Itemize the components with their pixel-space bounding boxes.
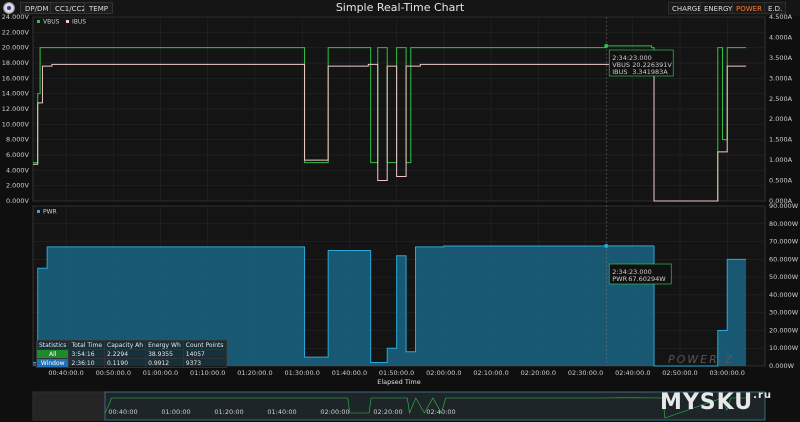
x-axis-title: Elapsed Time: [377, 378, 421, 386]
right-y-tick-label: 80.000W: [769, 220, 799, 228]
right-y-tick-label: 1.000A: [769, 156, 793, 164]
right-y-tick-label: 30.000W: [769, 309, 799, 317]
right-y-tick-label: 4.000A: [769, 33, 793, 41]
stats-row-label: Window: [35, 358, 70, 368]
stats-header-cell: Energy Wh: [145, 340, 184, 350]
stats-cell: 0.1190: [104, 358, 147, 368]
stats-row-window: Window 2:36:10 0.1190 0.9912 9373: [35, 358, 227, 368]
vbus-marker: [604, 43, 609, 48]
site-watermark: MYSKU.ru: [660, 390, 772, 415]
x-tick-label: 01:10:00.0: [190, 369, 225, 377]
x-tick-label: 02:00:00.0: [426, 369, 461, 377]
x-tick-label: 02:30:00.0: [568, 369, 603, 377]
overview-tick-label: 01:20:00: [214, 408, 243, 416]
x-tick-label: 02:40:00.0: [615, 369, 650, 377]
right-y-tick-label: 20.000W: [769, 326, 799, 334]
stats-header-row: Statistics Total Time Capacity Ah Energy…: [35, 340, 227, 350]
overview-tick-label: 02:00:00: [320, 408, 349, 416]
overview-tick-label: 01:00:00: [161, 408, 190, 416]
left-y-tick-label: 8.000V: [6, 136, 30, 144]
x-tick-label: 01:00:00.0: [143, 369, 178, 377]
watermark-text: MYSKU: [659, 390, 754, 415]
ibus-legend-label: IBUS: [72, 19, 86, 26]
right-y-tick-label: 60.000W: [769, 255, 799, 263]
right-y-tick-label: 50.000W: [769, 273, 799, 281]
x-tick-label: 01:30:00.0: [284, 369, 319, 377]
pwr-legend-label: PWR: [43, 209, 57, 216]
right-y-tick-label: 2.000A: [769, 115, 793, 123]
right-y-tick-label: 2.500A: [769, 95, 793, 103]
overview-tick-label: 00:40:00: [108, 408, 137, 416]
stats-cell: 38.9355: [145, 349, 184, 359]
stats-cell: 3:54:16: [68, 349, 106, 359]
stats-cell: 2:36:10: [68, 358, 106, 368]
left-y-tick-label: 4.000V: [6, 166, 30, 174]
right-y-tick-label: 0.000W: [769, 362, 795, 370]
stats-cell: 2.2294: [104, 349, 147, 359]
vbus-legend-label: VBUS: [43, 19, 60, 26]
stats-cell: 14057: [182, 349, 227, 359]
stats-header-cell: Statistics: [35, 340, 70, 350]
stats-header-cell: Total Time: [68, 340, 106, 350]
right-y-tick-label: 4.500A: [769, 13, 793, 21]
x-tick-label: 03:00:00.0: [710, 369, 745, 377]
stats-row-all: All 3:54:16 2.2294 38.9355 14057: [35, 349, 227, 359]
x-tick-label: 02:20:00.0: [521, 369, 556, 377]
left-y-tick-label: 16.000V: [2, 74, 30, 82]
x-tick-label: 02:10:00.0: [473, 369, 508, 377]
right-y-tick-label: 3.500A: [769, 54, 793, 62]
tooltip-pwr-value: 67.60294W: [628, 275, 666, 283]
left-y-tick-label: 20.000V: [2, 44, 30, 52]
right-y-tick-label: 3.000A: [769, 74, 793, 82]
ibus-legend-swatch: [66, 20, 69, 23]
right-y-tick-label: 90.000W: [769, 202, 799, 210]
stats-row-label: All: [35, 349, 70, 359]
left-y-tick-label: 10.000V: [2, 120, 30, 128]
x-tick-label: 00:50:00.0: [96, 369, 131, 377]
vbus-legend-swatch: [37, 20, 40, 23]
stats-cell: 9373: [182, 358, 227, 368]
x-tick-label: 01:50:00.0: [379, 369, 414, 377]
watermark-suffix: .ru: [753, 390, 772, 401]
statistics-table: Statistics Total Time Capacity Ah Energy…: [35, 340, 227, 368]
right-y-tick-label: 40.000W: [769, 291, 799, 299]
stats-cell: 0.9912: [145, 358, 184, 368]
left-y-tick-label: 18.000V: [2, 59, 30, 67]
left-y-tick-label: 0.000V: [6, 197, 30, 205]
left-y-tick-label: 12.000V: [2, 105, 30, 113]
left-y-tick-label: 14.000V: [2, 90, 30, 98]
x-tick-label: 01:40:00.0: [332, 369, 367, 377]
tooltip-ibus-label: IBUS: [612, 68, 627, 76]
right-y-tick-label: 1.500A: [769, 136, 793, 144]
pwr-legend-swatch: [37, 210, 40, 213]
left-y-tick-label: 6.000V: [6, 151, 30, 159]
tooltip-ibus-value: 3.341983A: [632, 68, 668, 76]
x-tick-label: 01:20:00.0: [237, 369, 272, 377]
stats-header-cell: Capacity Ah: [104, 340, 147, 350]
left-y-tick-label: 2.000V: [6, 182, 30, 190]
right-y-tick-label: 70.000W: [769, 238, 799, 246]
overview-unselected-region: [33, 392, 105, 420]
left-y-tick-label: 24.000V: [2, 13, 30, 21]
overview-tick-label: 02:20:00: [373, 408, 402, 416]
stats-header-cell: Count Points: [182, 340, 227, 350]
brand-watermark: POWER-Z: [668, 353, 735, 366]
pwr-marker: [604, 243, 609, 248]
x-tick-label: 02:50:00.0: [662, 369, 697, 377]
right-y-tick-label: 10.000W: [769, 344, 799, 352]
overview-tick-label: 01:40:00: [267, 408, 296, 416]
right-y-tick-label: 0.500A: [769, 177, 793, 185]
left-y-tick-label: 22.000V: [2, 28, 30, 36]
tooltip-pwr-label: PWR: [612, 275, 627, 283]
x-tick-label: 00:40:00.0: [48, 369, 83, 377]
